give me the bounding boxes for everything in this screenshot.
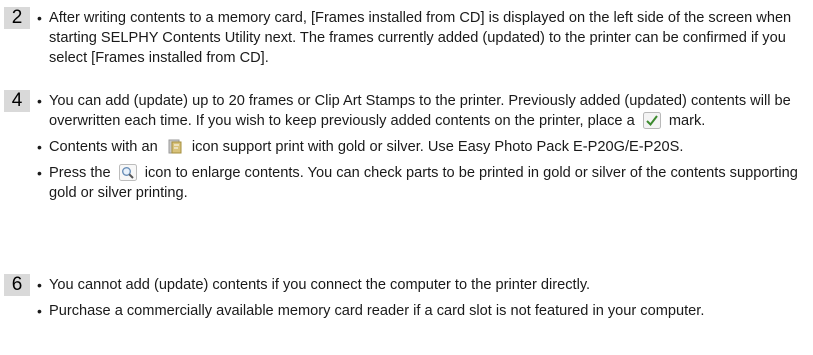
note-text: You cannot add (update) contents if you … xyxy=(49,277,591,293)
note-text: Press the xyxy=(49,165,115,181)
note-item: • Press the icon to enlarge contents. Yo… xyxy=(0,163,809,203)
bullet: • xyxy=(37,165,42,181)
note-item: • Contents with an icon support print wi… xyxy=(0,137,809,157)
section-2: 2 • After writing contents to a memory c… xyxy=(0,7,813,74)
note-text: icon support print with gold or silver. … xyxy=(187,139,684,155)
section-4: 4 • You can add (update) up to 20 frames… xyxy=(0,90,813,209)
note-text: mark. xyxy=(664,113,706,129)
note-text: Purchase a commercially available memory… xyxy=(49,303,705,319)
note-text: After writing contents to a memory card,… xyxy=(49,10,792,66)
bullet: • xyxy=(37,139,42,155)
bullet: • xyxy=(37,10,42,26)
note-item: • Purchase a commercially available memo… xyxy=(0,301,809,321)
section-6: 6 • You cannot add (update) contents if … xyxy=(0,274,813,327)
note-text: Contents with an xyxy=(49,139,162,155)
checkbox-check-icon xyxy=(642,112,661,129)
bullet: • xyxy=(37,277,42,293)
note-item: • You can add (update) up to 20 frames o… xyxy=(0,91,809,131)
bullet: • xyxy=(37,303,42,319)
bullet: • xyxy=(37,93,42,109)
gold-silver-icon xyxy=(166,138,184,155)
note-item: • After writing contents to a memory car… xyxy=(0,8,809,68)
magnifier-icon xyxy=(118,164,137,181)
note-text: icon to enlarge contents. You can check … xyxy=(49,165,798,201)
note-item: • You cannot add (update) contents if yo… xyxy=(0,275,809,295)
